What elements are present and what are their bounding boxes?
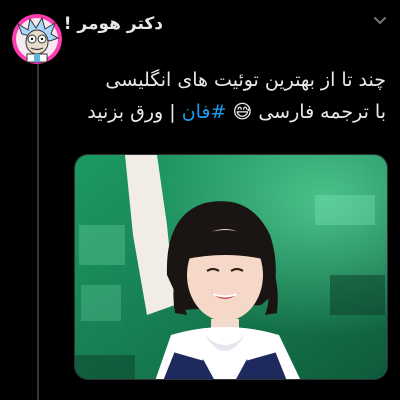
tweet-text-segment: | ورق بزنید (87, 101, 176, 123)
photo-illustration (75, 155, 387, 379)
more-options-icon (374, 17, 386, 24)
thread-line (37, 64, 39, 400)
tweet-text: چند تا از بهترین توئیت های انگلیسی با تر… (76, 64, 386, 128)
avatar-image (12, 14, 62, 64)
more-options-button[interactable] (372, 12, 388, 28)
author-avatar[interactable] (12, 14, 62, 64)
author-name[interactable]: دکتر هومر ! (64, 14, 163, 34)
tweet-text-line-1: چند تا از بهترین توئیت های انگلیسی (105, 69, 386, 91)
tweet-media-image[interactable] (74, 154, 388, 380)
tweet-text-line-2: با ترجمه فارسی 😅 #فان | ورق بزنید (76, 96, 386, 128)
emoji: 😅 (232, 101, 253, 123)
hashtag-link[interactable]: #فان (182, 101, 227, 123)
tweet-text-segment: با ترجمه فارسی (258, 101, 386, 123)
